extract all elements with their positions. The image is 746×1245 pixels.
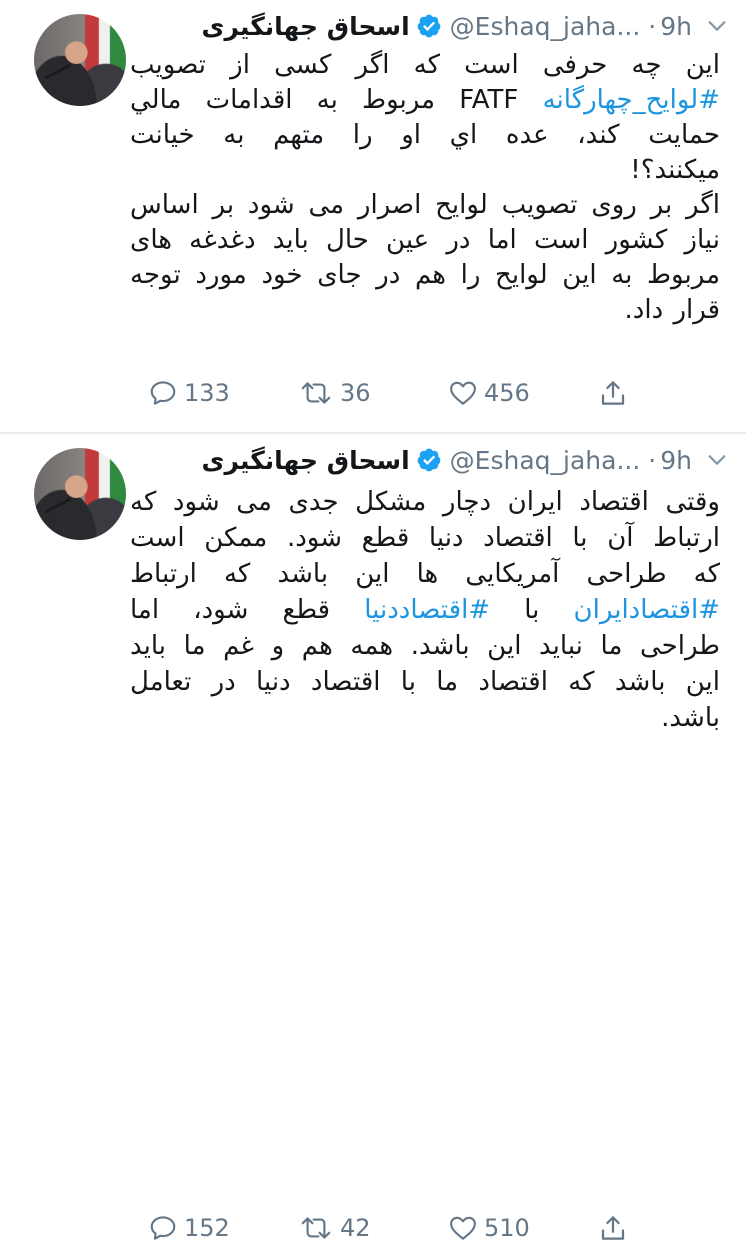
chevron-down-icon[interactable]: [706, 15, 728, 37]
text-line: این چه حرفی است که اگر کسی از تصویب: [130, 50, 720, 80]
verified-badge-icon: [417, 14, 441, 38]
share-icon: [601, 381, 625, 405]
hashtag-link[interactable]: #لوایح_چهارگانه: [543, 85, 720, 115]
verified-badge-icon: [417, 448, 441, 472]
text-line: که طراحی آمریکایی ها این باشد که ارتباط: [130, 559, 720, 589]
retweet-icon: [301, 1217, 331, 1239]
text-line: #اقتصادایران با #اقتصاددنیا قطع شود، اما: [130, 592, 720, 628]
reply-icon: [150, 381, 176, 405]
text-segment: FATF مربوط به اقدامات مالي: [130, 85, 543, 115]
text-line: حمایت کند، عده اي او را متهم به خیانت: [130, 120, 720, 150]
chevron-down-icon[interactable]: [706, 449, 728, 471]
tweet-header: اسحاق جهانگیری @Eshaq_jaha... · 9h: [202, 6, 728, 46]
text-line: باشد.: [661, 703, 720, 733]
hashtag-link[interactable]: #اقتصادایران: [574, 595, 720, 625]
text-line: قرار داد.: [624, 295, 720, 325]
tweet[interactable]: اسحاق جهانگیری @Eshaq_jaha... · 9h وقتی …: [0, 434, 746, 1242]
retweet-count: 36: [340, 379, 371, 407]
text-line: این باشد که اقتصاد ما با اقتصاد دنیا در …: [130, 667, 720, 697]
reply-icon: [150, 1216, 176, 1240]
timestamp[interactable]: 9h: [660, 12, 692, 41]
share-button[interactable]: [598, 1213, 628, 1243]
reply-button[interactable]: 152: [148, 1213, 298, 1243]
text-line: #لوایح_چهارگانه FATF مربوط به اقدامات ما…: [130, 83, 720, 118]
like-button[interactable]: 456: [448, 378, 598, 408]
display-name[interactable]: اسحاق جهانگیری: [202, 12, 410, 41]
hashtag-link[interactable]: #اقتصاددنیا: [364, 595, 490, 625]
separator: ·: [648, 11, 657, 41]
text-segment: با: [490, 595, 574, 625]
text-line: میکنند؟!: [630, 155, 720, 185]
tweet-text: وقتی اقتصاد ایران دچار مشکل جدی می شود ک…: [130, 484, 720, 736]
retweet-button[interactable]: 36: [298, 378, 448, 408]
share-icon: [601, 1216, 625, 1240]
heart-icon: [450, 1216, 476, 1240]
reply-button[interactable]: 133: [148, 378, 298, 408]
text-line: مربوط به این لوایح را هم در جای خود مورد…: [130, 260, 720, 290]
text-line: طراحی ما نباید این باشد. همه هم و غم ما …: [130, 631, 720, 661]
tweet[interactable]: اسحاق جهانگیری @Eshaq_jaha... · 9h این چ…: [0, 0, 746, 432]
heart-icon: [450, 381, 476, 405]
avatar[interactable]: [34, 448, 126, 540]
display-name[interactable]: اسحاق جهانگیری: [202, 446, 410, 475]
text-line: اگر بر روی تصویب لوایح اصرار می شود بر ا…: [130, 190, 720, 220]
tweet-actions: 133 36 456: [148, 376, 668, 410]
share-button[interactable]: [598, 378, 628, 408]
retweet-button[interactable]: 42: [298, 1213, 448, 1243]
reply-count: 133: [184, 379, 230, 407]
reply-count: 152: [184, 1214, 230, 1242]
tweet-header: اسحاق جهانگیری @Eshaq_jaha... · 9h: [202, 440, 728, 480]
avatar[interactable]: [34, 14, 126, 106]
like-count: 510: [484, 1214, 530, 1242]
text-line: ارتباط آن با اقتصاد دنیا قطع شود. ممکن ا…: [130, 523, 720, 553]
separator: ·: [648, 445, 657, 475]
text-segment: قطع شود، اما: [130, 595, 365, 625]
tweet-text: این چه حرفی است که اگر کسی از تصویب #لوا…: [130, 48, 720, 328]
retweet-count: 42: [340, 1214, 371, 1242]
handle[interactable]: @Eshaq_jaha...: [450, 446, 641, 475]
text-line: وقتی اقتصاد ایران دچار مشکل جدی می شود ک…: [130, 487, 720, 517]
like-button[interactable]: 510: [448, 1213, 598, 1243]
handle[interactable]: @Eshaq_jaha...: [450, 12, 641, 41]
like-count: 456: [484, 379, 530, 407]
timestamp[interactable]: 9h: [660, 446, 692, 475]
retweet-icon: [301, 382, 331, 404]
text-line: نیاز کشور است اما در عین حال باید دغدغه …: [130, 225, 720, 255]
tweet-actions: 152 42 510: [148, 1211, 668, 1245]
